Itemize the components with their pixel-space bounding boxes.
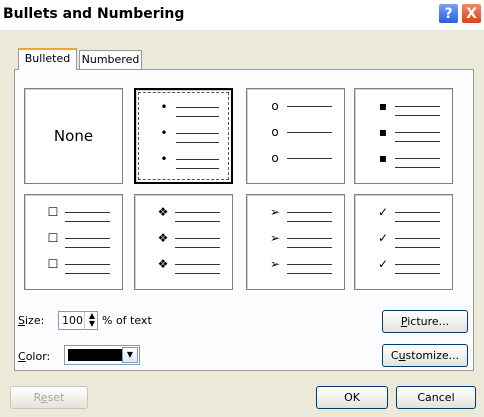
bullet-gallery: None • • • o o o ▪ ▪ ▪ ☐ ☐ ☐ ❖ ❖ ❖ ➢ ➢ ➢… xyxy=(24,88,464,298)
ok-button[interactable]: OK xyxy=(316,386,388,409)
bullet-option-circle[interactable]: o o o xyxy=(246,88,345,184)
bullet-option-dot[interactable]: • • • xyxy=(134,88,233,184)
size-suffix: % of text xyxy=(102,314,152,327)
bullet-option-arrow[interactable]: ➢ ➢ ➢ xyxy=(246,194,345,290)
bullet-circle-icon: o xyxy=(271,99,279,113)
title-bar[interactable]: Bullets and Numbering ? X xyxy=(0,0,484,30)
up-down-arrow-icon[interactable]: ▲ ▼ xyxy=(84,312,99,329)
help-button[interactable]: ? xyxy=(438,3,459,24)
reset-button[interactable]: Reset xyxy=(10,386,88,409)
dialog-body: Numbered Bulleted None • • • o o o ▪ ▪ ▪… xyxy=(0,30,484,417)
size-label: Size: xyxy=(18,314,45,327)
bullet-option-diamond-dots[interactable]: ❖ ❖ ❖ xyxy=(134,194,233,290)
bullet-option-none[interactable]: None xyxy=(24,88,123,184)
bullet-circle-icon: o xyxy=(271,151,279,165)
dialog-window: Bullets and Numbering ? X Numbered Bulle… xyxy=(0,0,484,417)
color-select[interactable]: ▼ xyxy=(64,345,140,365)
tab-numbered[interactable]: Numbered xyxy=(79,50,142,70)
color-swatch xyxy=(68,349,122,361)
picture-button[interactable]: Picture... xyxy=(382,310,468,333)
bullet-circle-icon: o xyxy=(271,125,279,139)
bullet-option-check[interactable]: ✓ ✓ ✓ xyxy=(354,194,453,290)
customize-button[interactable]: Customize... xyxy=(382,344,468,367)
window-title: Bullets and Numbering xyxy=(3,6,185,22)
chevron-down-icon[interactable]: ▼ xyxy=(122,347,138,363)
color-label: Color: xyxy=(18,350,51,363)
bullet-option-hollow-square[interactable]: ☐ ☐ ☐ xyxy=(24,194,123,290)
close-button[interactable]: X xyxy=(461,3,482,24)
none-label: None xyxy=(53,127,94,145)
tab-bulleted[interactable]: Bulleted xyxy=(18,48,77,70)
bullet-option-square[interactable]: ▪ ▪ ▪ xyxy=(354,88,453,184)
cancel-button[interactable]: Cancel xyxy=(396,386,476,409)
